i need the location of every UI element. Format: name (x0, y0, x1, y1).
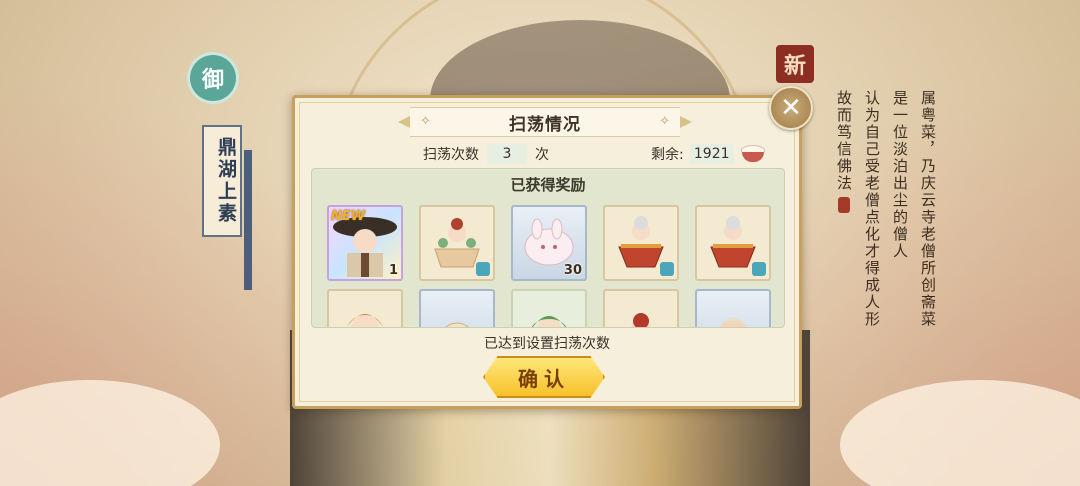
sweep-count-row: 扫荡次数 3 次 (423, 144, 549, 164)
sweep-result-dialog: ✧ 扫荡情况 ✧ ✕ 扫荡次数 3 次 剩余: 1921 已获得奖励 NEW 1 3… (292, 86, 813, 409)
sweep-count-value: 3 (487, 144, 527, 164)
rice-bowl-icon (740, 144, 766, 164)
new-seal-icon: 新 (776, 45, 814, 83)
sweep-count-label: 扫荡次数 (423, 147, 479, 163)
confirm-button[interactable]: 确认 (483, 356, 605, 398)
dish-title-scroll: 御 鼎湖上素 (190, 55, 260, 295)
item-type-badge-icon (752, 262, 766, 276)
status-text: 已达到设置扫荡次数 (484, 336, 610, 352)
red-hair-character-icon (607, 293, 675, 327)
remaining-row: 剩余: 1921 (651, 144, 766, 164)
remaining-value: 1921 (689, 144, 734, 164)
green-hair-character-icon (515, 293, 583, 327)
reward-item[interactable] (695, 205, 771, 281)
reward-quantity: 1 (388, 263, 398, 278)
new-tag: NEW (331, 209, 366, 224)
silver-hair-character-icon (699, 293, 767, 327)
reward-item[interactable] (603, 205, 679, 281)
reward-item[interactable]: 30 (511, 205, 587, 281)
description-line: 故而笃信佛法 (835, 90, 853, 192)
dumpling-item-icon (423, 293, 491, 327)
item-type-badge-icon (660, 262, 674, 276)
description-line: 认为自己受老僧点化才得成人形 (863, 90, 881, 328)
dish-name: 鼎湖上素 (202, 125, 242, 237)
sparkle-icon: ✧ (659, 114, 670, 129)
scroll-stripe (244, 150, 252, 290)
reward-item[interactable] (511, 289, 587, 327)
description-line: 属粤菜，乃庆云寺老僧所创斋菜 (919, 90, 937, 328)
dialog-title-bar: ✧ 扫荡情况 ✧ (398, 107, 692, 137)
blonde-character-icon (331, 293, 399, 327)
reward-item[interactable]: NEW 1 (327, 205, 403, 281)
small-seal-icon (838, 197, 850, 213)
remaining-label: 剩余: (651, 147, 684, 163)
description-line: 是一位淡泊出尘的僧人 (891, 90, 909, 260)
reward-item[interactable] (695, 289, 771, 327)
rewards-title: 已获得奖励 (510, 176, 586, 194)
close-icon: ✕ (780, 93, 802, 123)
sparkle-icon: ✧ (420, 114, 431, 129)
reward-item[interactable] (419, 289, 495, 327)
reward-quantity: 30 (563, 263, 582, 278)
dialog-title: 扫荡情况 (509, 114, 581, 135)
reward-item[interactable] (603, 289, 679, 327)
reward-item[interactable] (327, 289, 403, 327)
item-type-badge-icon (476, 262, 490, 276)
rewards-panel[interactable]: 已获得奖励 NEW 1 30 (311, 168, 785, 328)
sweep-count-unit: 次 (535, 147, 549, 163)
reward-item[interactable] (419, 205, 495, 281)
close-button[interactable]: ✕ (769, 86, 813, 130)
rank-badge: 御 (190, 55, 236, 101)
